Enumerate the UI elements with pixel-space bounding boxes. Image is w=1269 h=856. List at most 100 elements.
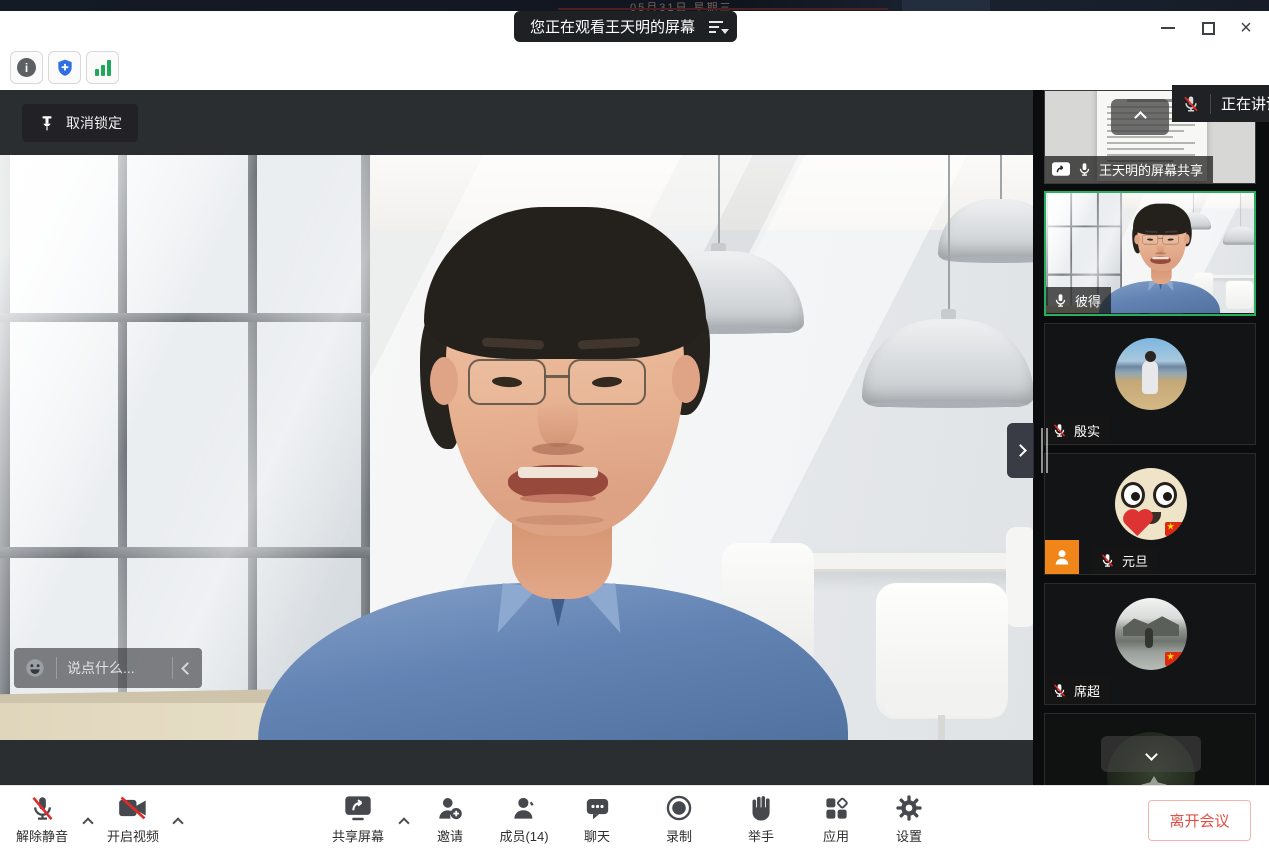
chat-icon <box>584 795 611 822</box>
chevron-down-icon <box>1145 748 1158 761</box>
sidebar-collapse-handle[interactable] <box>1007 423 1034 478</box>
unpin-button[interactable]: 取消锁定 <box>22 104 138 142</box>
network-quality-button[interactable] <box>86 51 119 84</box>
unmute-button[interactable]: 解除静音 <box>0 793 85 845</box>
minimize-button[interactable] <box>1152 13 1184 43</box>
speaking-indicator-popup: 正在讲话 <box>1172 85 1269 122</box>
unpin-label: 取消锁定 <box>66 113 122 133</box>
mic-muted-icon <box>1052 683 1067 698</box>
participant-name: 元旦 <box>1122 551 1148 570</box>
participant-tile-next[interactable] <box>1044 713 1256 785</box>
emoji-icon[interactable] <box>24 657 46 679</box>
participant-tile-yinshi[interactable]: 殷实 <box>1044 323 1256 445</box>
scene-chair <box>1006 527 1033 627</box>
lamp-cord <box>948 155 950 321</box>
record-label: 录制 <box>666 826 692 845</box>
settings-button[interactable]: 设置 <box>866 793 952 845</box>
close-icon: × <box>1240 18 1252 38</box>
record-button[interactable]: 录制 <box>636 793 722 845</box>
share-screen-icon <box>343 795 373 822</box>
meeting-info-button[interactable]: i <box>10 51 43 84</box>
main-stage: 取消锁定 说点什么... <box>0 90 1033 785</box>
host-badge <box>1045 540 1079 574</box>
divider <box>56 657 57 679</box>
chevron-up-icon <box>1134 111 1147 124</box>
scene-window-glare <box>0 155 370 707</box>
participants-sidebar: 王天明的屏幕共享 <box>1033 90 1269 785</box>
avatar: ★ <box>1115 468 1187 540</box>
divider <box>172 657 173 679</box>
apps-label: 应用 <box>823 826 849 845</box>
chevron-right-icon <box>1014 444 1027 457</box>
tile-label-peter: 彼得 <box>1046 287 1111 314</box>
raise-hand-icon <box>749 795 774 822</box>
scene-chair-pole <box>938 715 945 740</box>
screen-share-icon <box>1052 162 1070 177</box>
shield-plus-icon <box>55 58 75 78</box>
lamp-cord <box>718 155 720 253</box>
info-icon: i <box>17 58 36 77</box>
gear-icon <box>895 794 923 822</box>
apps-icon <box>823 795 850 822</box>
maximize-button[interactable] <box>1192 13 1224 43</box>
start-video-button[interactable]: 开启视频 <box>90 793 176 845</box>
participant-name: 殷实 <box>1074 421 1100 440</box>
record-icon <box>665 794 693 822</box>
start-video-label: 开启视频 <box>107 826 159 845</box>
chat-collapse-icon[interactable] <box>181 662 194 675</box>
mic-icon <box>1077 162 1092 177</box>
unmute-label: 解除静音 <box>16 826 68 845</box>
tile-label-yuandan: 元旦 <box>1093 547 1158 574</box>
flag-icon: ★ <box>1165 522 1185 536</box>
pendant-lamp <box>862 319 1033 407</box>
mic-icon <box>1053 293 1068 308</box>
participant-tile-yuandan[interactable]: ★ 元旦 <box>1044 453 1256 575</box>
lamp-rim <box>868 401 1028 408</box>
lamp-rim <box>944 256 1033 263</box>
raise-hand-button[interactable]: 举手 <box>718 793 804 845</box>
strip-decor-box <box>902 0 990 11</box>
raise-hand-label: 举手 <box>748 826 774 845</box>
lamp-cord <box>1000 155 1002 201</box>
signal-bars-icon <box>95 60 111 76</box>
settings-label: 设置 <box>896 826 922 845</box>
leave-meeting-button[interactable]: 离开会议 <box>1148 800 1251 841</box>
maximize-icon <box>1202 22 1215 35</box>
mic-muted-icon <box>1052 423 1067 438</box>
tile-label-yinshi: 殷实 <box>1045 417 1110 444</box>
scene-table <box>800 553 1033 569</box>
meeting-toolbar: i 00:07 演讲者视图 <box>0 45 1269 90</box>
speaking-indicator-text: 正在讲话 <box>1221 93 1269 114</box>
camera-muted-icon <box>118 795 148 821</box>
sidebar-drag-handle[interactable] <box>1041 428 1051 473</box>
person-head <box>420 207 710 552</box>
scroll-down-button[interactable] <box>1101 736 1201 772</box>
strip-decor-line <box>558 8 888 10</box>
close-button[interactable]: × <box>1230 13 1262 43</box>
scene-chair-seat <box>885 697 1005 717</box>
titlebar: 您正在观看王天明的屏幕 × <box>0 11 1269 45</box>
pin-icon <box>38 114 56 132</box>
meeting-window: 05月31日 星期三 您正在观看王天明的屏幕 × i 00:07 演讲者 <box>0 0 1269 856</box>
participant-tile-peter[interactable]: 彼得 <box>1044 191 1256 316</box>
tile-label-xichao: 席超 <box>1045 677 1110 704</box>
scroll-up-button[interactable] <box>1111 99 1169 135</box>
security-button[interactable] <box>48 51 81 84</box>
control-bar: 解除静音 开启视频 共享屏幕 <box>0 785 1269 856</box>
video-options-caret[interactable] <box>174 814 182 832</box>
flag-icon: ★ <box>1165 652 1185 666</box>
quick-chat-bar[interactable]: 说点什么... <box>14 648 202 688</box>
members-label: 成员(14) <box>499 826 548 845</box>
mic-muted-icon <box>1100 553 1115 568</box>
tooltip-menu-icon[interactable] <box>709 21 725 33</box>
share-screen-button[interactable]: 共享屏幕 <box>315 793 401 845</box>
avatar <box>1115 338 1187 410</box>
watching-screen-tooltip[interactable]: 您正在观看王天明的屏幕 <box>514 11 737 42</box>
divider <box>1210 94 1211 114</box>
chat-input[interactable]: 说点什么... <box>67 658 162 678</box>
invite-icon <box>436 795 464 822</box>
participant-name: 王天明的屏幕共享 <box>1099 160 1203 179</box>
participant-tile-xichao[interactable]: ★ 席超 <box>1044 583 1256 705</box>
mic-muted-icon <box>1182 95 1200 113</box>
chat-button[interactable]: 聊天 <box>554 793 640 845</box>
